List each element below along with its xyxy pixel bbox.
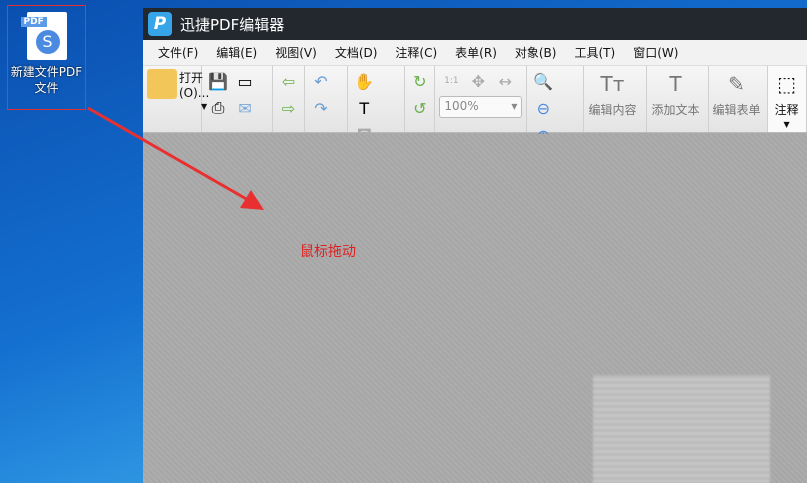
drag-hint-text: 鼠标拖动 bbox=[300, 244, 356, 260]
drag-arrow-icon bbox=[87, 106, 264, 210]
